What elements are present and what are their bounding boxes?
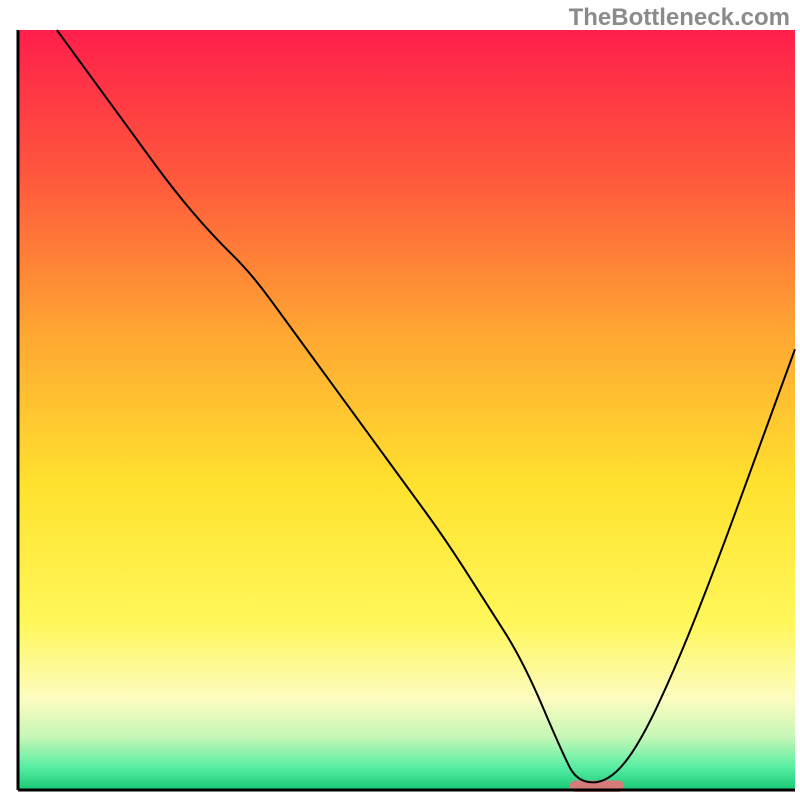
watermark-text: TheBottleneck.com — [569, 4, 790, 32]
bottleneck-chart-svg — [0, 0, 800, 800]
plot-background — [18, 30, 795, 790]
chart-container: { "watermark": { "text": "TheBottleneck.… — [0, 0, 800, 800]
